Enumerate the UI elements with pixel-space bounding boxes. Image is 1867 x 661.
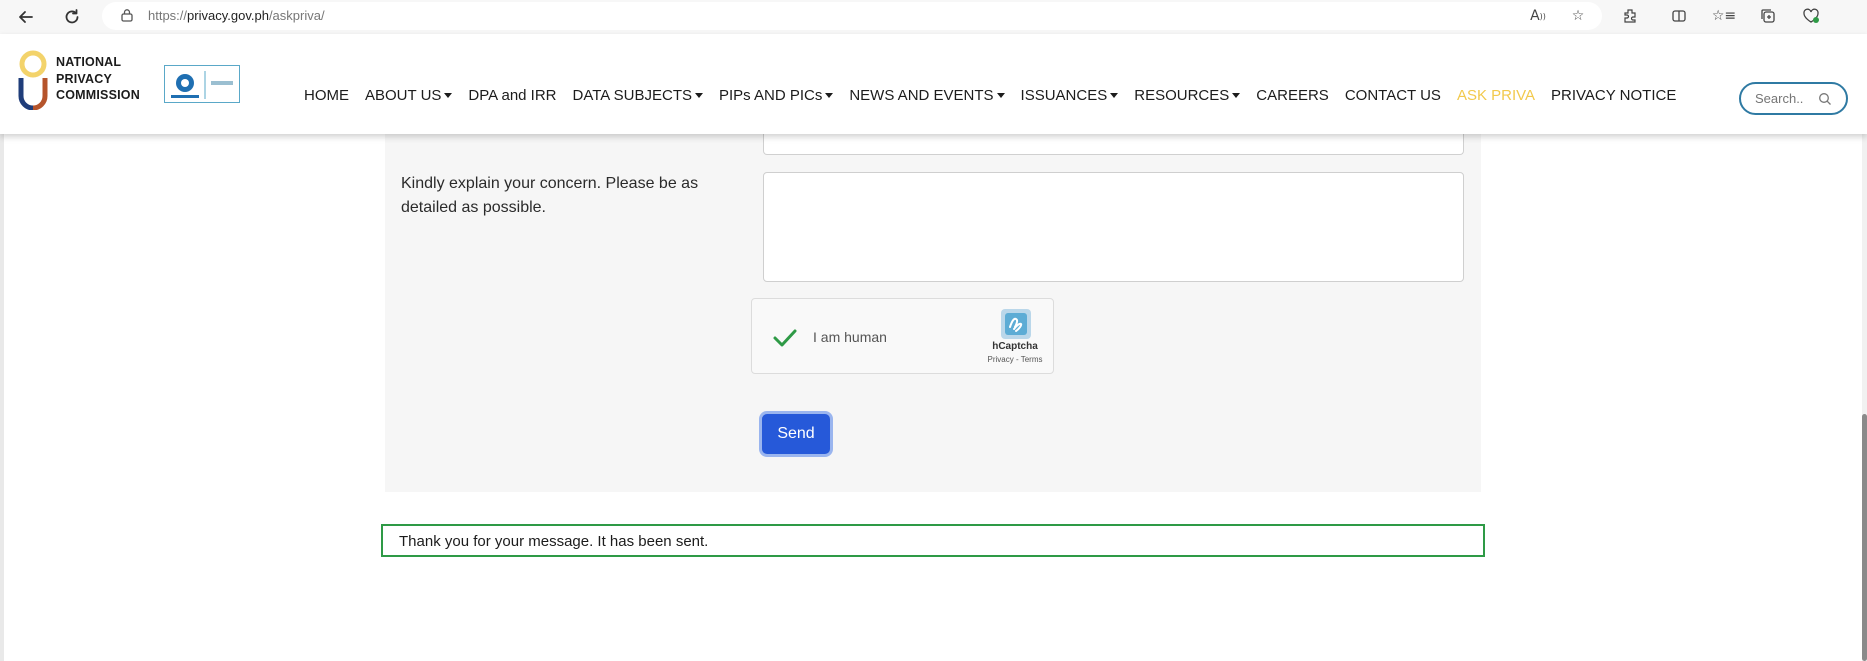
hcaptcha-widget: I am human hCaptcha Privacy - Terms: [751, 298, 1054, 374]
page-edge: [0, 134, 4, 661]
chevron-down-icon: [1110, 93, 1119, 98]
nav-home[interactable]: HOME: [304, 87, 349, 104]
url-text[interactable]: https://privacy.gov.ph/askpriva/: [148, 8, 325, 23]
nav-about-us[interactable]: ABOUT US: [365, 87, 453, 104]
nav-ask-priva[interactable]: ASK PRIVA: [1457, 87, 1535, 104]
search-box[interactable]: [1739, 82, 1848, 115]
send-button[interactable]: Send: [762, 414, 830, 454]
hcaptcha-logo-icon: [1001, 309, 1031, 339]
certification-badge: [164, 65, 240, 103]
socotec-logo-icon: [171, 71, 233, 99]
scrollbar-thumb[interactable]: [1862, 414, 1867, 661]
nav-data-subjects[interactable]: DATA SUBJECTS: [573, 87, 703, 104]
browser-toolbar: https://privacy.gov.ph/askpriva/ A)) ☆ ☆…: [0, 0, 1867, 34]
chevron-down-icon: [444, 93, 453, 98]
concern-label: Kindly explain your concern. Please be a…: [401, 175, 699, 216]
favorites-icon[interactable]: ☆≡: [1712, 6, 1736, 26]
success-message: Thank you for your message. It has been …: [399, 533, 709, 550]
captcha-checkbox-checked-icon[interactable]: [770, 323, 800, 353]
logo-text: NATIONAL PRIVACY COMMISSION: [56, 55, 140, 102]
address-bar[interactable]: https://privacy.gov.ph/askpriva/: [102, 2, 1602, 30]
favorite-star-icon[interactable]: ☆: [1568, 6, 1588, 26]
concern-textarea[interactable]: [763, 172, 1464, 282]
nav-contact-us[interactable]: CONTACT US: [1345, 87, 1441, 104]
main-nav: HOME ABOUT US DPA and IRR DATA SUBJECTS …: [304, 87, 1692, 104]
nav-news-events[interactable]: NEWS AND EVENTS: [849, 87, 1005, 104]
nav-issuances[interactable]: ISSUANCES: [1021, 87, 1119, 104]
split-screen-icon[interactable]: [1669, 6, 1689, 26]
nav-dpa-irr[interactable]: DPA and IRR: [468, 87, 556, 104]
captcha-label: I am human: [813, 329, 887, 345]
chevron-down-icon: [694, 93, 703, 98]
chevron-down-icon: [996, 93, 1005, 98]
collections-icon[interactable]: [1758, 6, 1778, 26]
captcha-links[interactable]: Privacy - Terms: [974, 355, 1056, 364]
back-arrow-icon[interactable]: [14, 5, 38, 29]
success-alert: Thank you for your message. It has been …: [381, 524, 1485, 557]
nav-careers[interactable]: CAREERS: [1256, 87, 1329, 104]
nav-pips-pics[interactable]: PIPs AND PICs: [719, 87, 834, 104]
npc-logo-icon[interactable]: [16, 50, 50, 110]
nav-privacy-notice[interactable]: PRIVACY NOTICE: [1551, 87, 1676, 104]
search-input[interactable]: [1755, 91, 1827, 106]
reload-icon[interactable]: [60, 5, 84, 29]
lock-icon[interactable]: [120, 8, 134, 22]
browser-essentials-icon[interactable]: [1801, 6, 1821, 26]
site-header: NATIONAL PRIVACY COMMISSION HOME ABOUT U…: [0, 34, 1867, 134]
chevron-down-icon: [1232, 93, 1241, 98]
nav-resources[interactable]: RESOURCES: [1134, 87, 1241, 104]
chevron-down-icon: [825, 93, 834, 98]
search-icon[interactable]: [1818, 92, 1832, 106]
extensions-icon[interactable]: [1620, 6, 1640, 26]
read-aloud-icon[interactable]: A)): [1528, 6, 1548, 26]
captcha-brand: hCaptcha: [992, 341, 1038, 352]
